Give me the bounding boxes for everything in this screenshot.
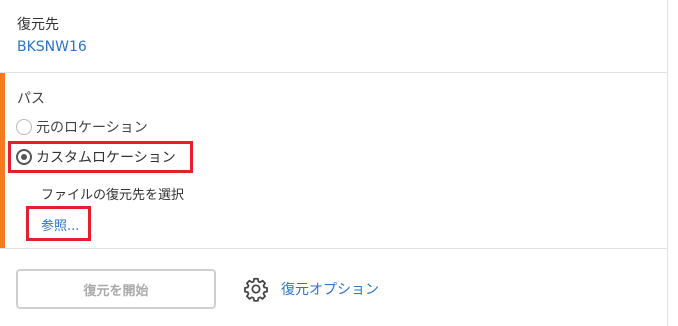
restore-options-label: 復元オプション [281, 282, 379, 298]
path-section: パス 元のロケーション カスタムロケーション ファイルの復元先を選択 参照... [0, 73, 667, 248]
restore-panel: 復元先 BKSNW16 パス 元のロケーション カスタムロケーション ファイルの… [0, 0, 678, 326]
highlight-box-browse [26, 206, 91, 241]
panel-edge [667, 0, 678, 326]
destination-label: 復元先 [17, 17, 59, 33]
destination-value: BKSNW16 [17, 39, 87, 55]
highlight-box-custom-location [8, 141, 193, 173]
section-divider-bottom [0, 248, 667, 249]
restore-options-link[interactable]: 復元オプション [243, 276, 379, 302]
original-location-label: 元のロケーション [36, 120, 148, 136]
original-location-option[interactable]: 元のロケーション [16, 117, 148, 137]
radio-unchecked-icon[interactable] [16, 119, 32, 135]
start-restore-button[interactable]: 復元を開始 [16, 269, 216, 309]
file-destination-label: ファイルの復元先を選択 [41, 188, 185, 203]
gear-icon [244, 277, 268, 302]
path-label: パス [17, 91, 45, 107]
active-section-indicator [0, 73, 5, 248]
